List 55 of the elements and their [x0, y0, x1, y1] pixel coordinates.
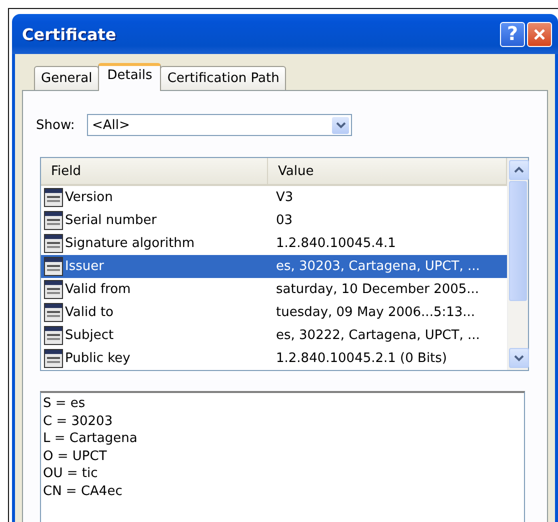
field-value: 1.2.840.10045.2.1 (0 Bits): [275, 351, 448, 366]
scroll-up-button[interactable]: [509, 160, 529, 180]
field-name: Issuer: [65, 259, 104, 274]
field-name: Public key: [65, 351, 130, 366]
detail-line: O = UPCT: [43, 448, 107, 465]
close-icon: [533, 28, 546, 40]
chevron-down-icon: [336, 121, 346, 129]
list-row[interactable]: Subject es, 30222, Cartagena, UPCT, ...: [41, 324, 507, 347]
detail-line: S = es: [43, 395, 86, 412]
chevron-up-icon: [514, 166, 524, 174]
field-name: Valid from: [65, 282, 131, 297]
scrollbar-thumb[interactable]: [509, 181, 527, 301]
list-row[interactable]: Valid to tuesday, 09 May 2006...5:13...: [41, 301, 507, 324]
detail-line: CN = CA4ec: [43, 482, 122, 500]
field-value: es, 30203, Cartagena, UPCT, ...: [275, 259, 481, 274]
field-icon: [44, 188, 63, 207]
detail-line: OU = tic: [43, 465, 98, 482]
field-name: Version: [65, 190, 113, 205]
tab[interactable]: General: [34, 66, 100, 90]
field-icon: [44, 234, 63, 253]
show-dropdown[interactable]: <All>: [87, 114, 352, 136]
field-icon: [44, 257, 63, 276]
field-name: Serial number: [65, 213, 157, 228]
field-icon: [44, 303, 63, 322]
detail-line: L = Cartagena: [43, 430, 138, 448]
field-icon: [44, 349, 63, 368]
details-text-area[interactable]: S = es C = 30203 L = Cartagena O = UPCT OU = tic CN = CA4ec: [40, 391, 525, 522]
scroll-down-button[interactable]: [509, 348, 529, 368]
field-value: 03: [275, 213, 294, 228]
close-button[interactable]: [527, 22, 552, 46]
field-icon: [44, 211, 63, 230]
field-value: es, 30222, Cartagena, UPCT, ...: [275, 328, 481, 343]
list-row[interactable]: Public key 1.2.840.10045.2.1 (0 Bits): [41, 347, 507, 370]
list-row[interactable]: Valid from saturday, 10 December 2005...: [41, 278, 507, 301]
tab[interactable]: Details: [98, 63, 162, 91]
window-title: Certificate: [22, 24, 118, 44]
help-button[interactable]: ?: [500, 22, 525, 46]
list-row[interactable]: Issuer es, 30203, Cartagena, UPCT, ...: [41, 255, 507, 278]
field-name: Valid to: [65, 305, 114, 320]
detail-line: C = 30203: [43, 412, 113, 430]
field-name: Subject: [65, 328, 114, 343]
field-value: V3: [275, 190, 294, 205]
list-row[interactable]: Version V3: [41, 186, 507, 209]
chevron-down-icon: [514, 354, 524, 362]
list-row[interactable]: Signature algorithm 1.2.840.10045.4.1: [41, 232, 507, 255]
field-icon: [44, 326, 63, 345]
tab[interactable]: Certification Path: [160, 66, 286, 90]
field-icon: [44, 280, 63, 299]
show-label: Show:: [36, 118, 76, 132]
field-name: Signature algorithm: [65, 236, 195, 251]
list-row[interactable]: Serial number 03: [41, 209, 507, 232]
field-value: 1.2.840.10045.4.1: [275, 236, 397, 251]
field-value: tuesday, 09 May 2006...5:13...: [275, 305, 476, 320]
column-header[interactable]: Field: [41, 158, 268, 184]
field-value: saturday, 10 December 2005...: [275, 282, 480, 297]
